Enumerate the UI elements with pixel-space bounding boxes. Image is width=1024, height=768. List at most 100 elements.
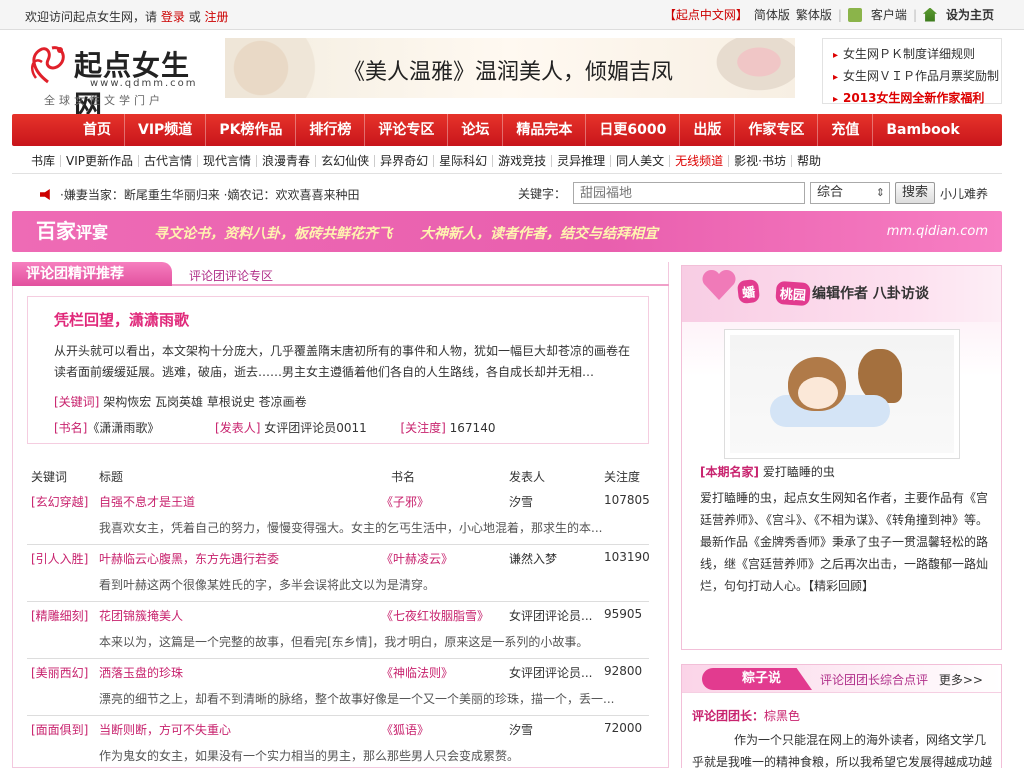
nav-author[interactable]: 作家专区 [735,114,819,146]
search-label: 关键字： [518,186,567,201]
featured-keywords: [关键词] 架构恢宏 瓦岗英雄 草根说史 苍凉画卷 [54,393,307,410]
subnav-modern[interactable]: 现代言情 [198,155,258,167]
row-title-link[interactable]: 当断则断，方可不失重心 [99,721,231,738]
nav-review[interactable]: 评论专区 [365,114,449,146]
row-book-link[interactable]: 《七夜红妆胭脂雪》 [381,607,489,624]
nav-rank[interactable]: 排行榜 [296,114,366,146]
login-link[interactable]: 登录 [161,10,185,24]
site-logo[interactable]: 起点女生网 www.qdmm.com 全球女性文学门户 [22,40,202,122]
nav-finished[interactable]: 精品完本 [503,114,587,146]
famous-author-link[interactable]: 爱打瞌睡的虫 [763,465,835,479]
featured-review-title[interactable]: 凭栏回望，潇潇雨歌 [54,309,189,330]
lead-critic-name[interactable]: 棕黑色 [764,709,800,723]
row-title-link[interactable]: 花团锦簇掩美人 [99,607,183,624]
table-row: [玄幻穿越] 自强不息才是王道 《子邪》 汐雪 107805 我喜欢女主，凭着自… [27,488,650,545]
row-attention: 107805 [604,493,650,507]
famous-label: [本期名家] [700,465,759,479]
row-keyword: [引人入胜] [31,552,89,566]
promo-item[interactable]: 女生网ＶＩＰ作品月票奖励制 [833,66,1001,88]
search-button[interactable]: 搜索 [895,182,936,204]
nav-vip[interactable]: VIP频道 [125,114,207,146]
row-title-link[interactable]: 洒落玉盘的珍珠 [99,664,183,681]
subnav-otherworld[interactable]: 异界奇幻 [375,155,435,167]
row-publisher: 女评团评论员... [509,666,593,680]
subnav-wireless[interactable]: 无线频道 [670,155,730,167]
author-interview-panel: 蟠 桃园 编辑作者 八卦访谈 [本期名家] 爱打瞌睡的虫 爱打瞌睡的虫，起点女生… [681,265,1002,650]
row-book-link[interactable]: 《神临法则》 [381,664,453,681]
more-link[interactable]: 更多>> [939,671,983,688]
qidian-cn-link[interactable]: 【起点中文网】 [664,6,748,23]
author-avatar-image[interactable] [724,329,960,459]
row-keyword: [玄幻穿越] [31,495,89,509]
nav-publish[interactable]: 出版 [680,114,736,146]
register-link[interactable]: 注册 [205,10,229,24]
simplified-link[interactable]: 简体版 [754,6,790,23]
critic-picks-panel: 评论团精评推荐 评论团评论专区 凭栏回望，潇潇雨歌 从开头就可以看出，本文架构十… [12,262,669,768]
search-input[interactable] [573,182,806,204]
header-ad-banner[interactable]: 《美人温雅》温润美人，倾媚吉凤 [225,38,795,98]
interview-header: 蟠 桃园 编辑作者 八卦访谈 [682,266,1001,322]
client-link[interactable]: 客户端 [871,6,907,23]
divider: | [837,7,842,22]
search-category-select[interactable]: 综合 [810,182,891,204]
col-header-title: 标题 [99,470,124,484]
row-publisher: 谦然入梦 [509,552,558,566]
review-banner-title: 百家评宴 [36,215,108,244]
promo-item[interactable]: 2013女生网全新作家福利 [833,88,1001,110]
banner-text: 《美人温雅》温润美人，倾媚吉凤 [343,60,674,85]
subnav-game[interactable]: 游戏竞技 [493,155,553,167]
divider: | [912,7,917,22]
row-publisher: 女评团评论员... [509,609,593,623]
nav-forum[interactable]: 论坛 [448,114,504,146]
search-bar: 关键字： 综合 搜索 小儿难养 [518,181,998,205]
review-zone-link[interactable]: 评论团评论专区 [189,267,273,284]
promo-item[interactable]: 女生网ＰＫ制度详细规则 [833,44,1001,66]
subnav-ancient[interactable]: 古代言情 [139,155,199,167]
speaker-icon [40,189,50,200]
interview-title: 编辑作者 八卦访谈 [812,286,929,302]
row-book-link[interactable]: 《狐语》 [381,721,429,738]
subnav-fanfic[interactable]: 同人美文 [611,155,671,167]
subnav-mystery[interactable]: 灵异推理 [552,155,612,167]
home-icon [922,7,937,22]
row-title-link[interactable]: 自强不息才是王道 [99,493,195,510]
review-banner[interactable]: 百家评宴 寻文论书，资料八卦，板砖共鲜花齐飞 大神新人，读者作者，结交与结拜相宜… [12,211,1002,252]
row-book-link[interactable]: 《子邪》 [381,493,429,510]
heart-icon [702,270,736,300]
hot-search-link[interactable]: 小儿难养 [940,185,988,202]
subnav-scifi[interactable]: 星际科幻 [434,155,494,167]
row-attention: 95905 [604,607,643,621]
notice-text: ·嫌妻当家：断尾重生华丽归来 ·嫡农记：欢欢喜喜来种田 [60,188,360,202]
subnav-youth[interactable]: 浪漫青春 [257,155,317,167]
notice-ticker[interactable]: ·嫌妻当家：断尾重生华丽归来 ·嫡农记：欢欢喜喜来种田 [40,186,359,203]
subnav-help[interactable]: 帮助 [792,155,826,167]
face-shape [798,377,838,409]
panel-title: 评论团精评推荐 [12,262,172,286]
traditional-link[interactable]: 繁体版 [796,6,832,23]
lead-critic-subtitle[interactable]: 评论团团长综合点评 [820,671,928,688]
col-header-attention: 关注度 [604,470,641,484]
main-nav: 首页 VIP频道 PK榜作品 排行榜 评论专区 论坛 精品完本 日更6000 出… [12,114,1002,146]
row-title-link[interactable]: 叶赫临云心腹黑，东方先遇行若委 [99,550,279,567]
subnav-fantasy[interactable]: 玄幻仙侠 [316,155,376,167]
nav-daily6000[interactable]: 日更6000 [586,114,681,146]
book-link[interactable]: 《潇潇雨歌》 [87,421,159,435]
subnav-vip-update[interactable]: VIP更新作品 [61,155,140,167]
row-attention: 103190 [604,550,650,564]
sleeping-bug-illustration [730,335,954,453]
table-row: [引人入胜] 叶赫临云心腹黑，东方先遇行若委 《叶赫凌云》 谦然入梦 10319… [27,545,650,602]
row-book-link[interactable]: 《叶赫凌云》 [381,550,453,567]
row-publisher: 汐雪 [509,723,534,737]
row-summary: 我喜欢女主，凭着自己的努力，慢慢变得强大。女主的乞丐生活中，小心地混着，那求生的… [99,521,603,535]
subnav-library[interactable]: 书库 [26,155,62,167]
keywords-value: 架构恢宏 瓦岗英雄 草根说史 苍凉画卷 [103,395,307,409]
set-home-link[interactable]: 设为主页 [946,6,994,23]
nav-bambook[interactable]: Bambook [873,114,972,146]
peach-garden-badge-a: 蟠 [736,278,761,305]
peach-garden-badge-b: 桃园 [775,280,811,307]
nav-pk[interactable]: PK榜作品 [206,114,297,146]
nav-recharge[interactable]: 充值 [818,114,874,146]
row-summary: 漂亮的细节之上，却看不到清晰的脉络，整个故事好像是一个又一个美丽的珍珠，描一个，… [99,692,615,706]
nav-home[interactable]: 首页 [70,114,125,146]
subnav-film[interactable]: 影视·书坊 [729,155,792,167]
